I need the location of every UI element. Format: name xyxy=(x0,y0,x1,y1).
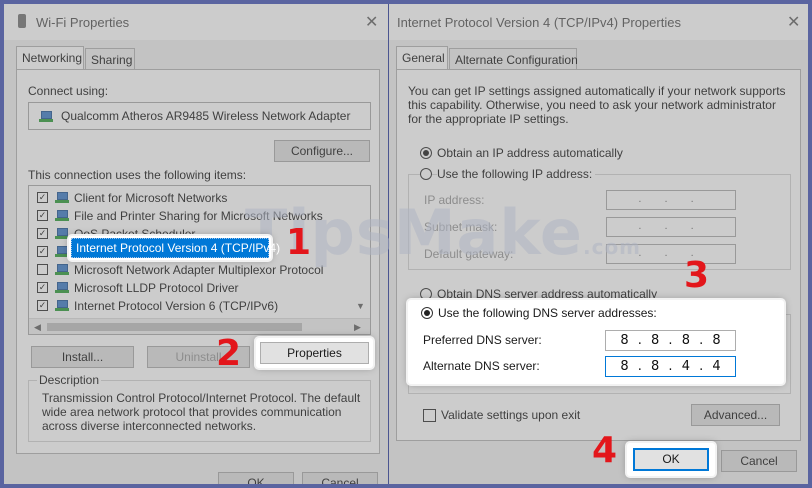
selected-list-item[interactable]: Internet Protocol Version 4 (TCP/IPv4) xyxy=(71,238,280,258)
step-2-label: 2 xyxy=(216,333,242,374)
network-service-icon xyxy=(55,210,69,221)
network-protocol-icon xyxy=(55,246,69,257)
obtain-ip-auto-radio[interactable] xyxy=(420,147,432,159)
scroll-down-icon[interactable]: ▼ xyxy=(356,301,365,311)
intro-line-3: for the appropriate IP settings. xyxy=(408,112,569,126)
description-line-2: wide area network protocol that provides… xyxy=(42,405,342,419)
wifi-dialog-title: Wi-Fi Properties xyxy=(36,15,130,30)
intro-line-1: You can get IP settings assigned automat… xyxy=(408,84,786,98)
intro-line-2: this capability. Otherwise, you need to … xyxy=(408,98,776,112)
selected-item-label: Internet Protocol Version 4 (TCP/IPv4) xyxy=(76,241,281,255)
item-label: Microsoft LLDP Protocol Driver xyxy=(74,281,239,295)
network-service-icon xyxy=(55,228,69,239)
tab-general[interactable]: General xyxy=(396,46,448,70)
description-line-1: Transmission Control Protocol/Internet P… xyxy=(42,391,361,405)
use-following-dns-radio[interactable] xyxy=(421,307,433,319)
network-protocol-icon xyxy=(55,264,69,275)
preferred-dns-value: 8 . 8 . 8 . 8 xyxy=(620,333,721,348)
highlight-dns-settings: Use the following DNS server addresses: … xyxy=(408,300,784,384)
item-checkbox[interactable]: ✓ xyxy=(37,210,48,221)
highlight-ok-button: OK xyxy=(627,443,715,476)
ipv4-titlebar: Internet Protocol Version 4 (TCP/IPv4) P… xyxy=(389,4,808,40)
network-protocol-icon xyxy=(55,300,69,311)
description-label: Description xyxy=(37,373,102,387)
tab-sharing[interactable]: Sharing xyxy=(85,48,135,70)
connect-using-label: Connect using: xyxy=(28,84,109,98)
properties-button[interactable]: Properties xyxy=(260,342,369,364)
wifi-titlebar: Wi-Fi Properties ✕ xyxy=(4,4,388,40)
wifi-ok-button[interactable]: OK xyxy=(218,472,294,488)
wifi-titlebar-icon xyxy=(18,14,26,28)
configure-button[interactable]: Configure... xyxy=(274,140,370,162)
tab-alternate-configuration[interactable]: Alternate Configuration xyxy=(449,48,578,70)
item-checkbox[interactable]: ✓ xyxy=(37,192,48,203)
item-checkbox[interactable]: ✓ xyxy=(37,282,48,293)
item-checkbox[interactable] xyxy=(37,264,48,275)
highlight-properties-button: Properties xyxy=(256,338,373,368)
scroll-left-icon[interactable]: ◀ xyxy=(34,322,41,333)
list-item[interactable]: ✓ Internet Protocol Version 6 (TCP/IPv6) xyxy=(29,297,354,315)
ipv4-dialog-title: Internet Protocol Version 4 (TCP/IPv4) P… xyxy=(397,15,681,30)
network-protocol-icon xyxy=(55,282,69,293)
use-following-dns-label: Use the following DNS server addresses: xyxy=(438,306,657,320)
preferred-dns-input[interactable]: 8 . 8 . 8 . 8 xyxy=(605,330,736,351)
alternate-dns-value: 8 . 8 . 4 . 4 xyxy=(620,359,721,374)
list-item[interactable]: ✓ Microsoft LLDP Protocol Driver xyxy=(29,279,354,297)
advanced-button[interactable]: Advanced... xyxy=(691,404,780,426)
description-line-3: across diverse interconnected networks. xyxy=(42,419,257,433)
scroll-thumb[interactable] xyxy=(47,323,302,331)
step-1-label: 1 xyxy=(286,222,312,263)
alternate-dns-label: Alternate DNS server: xyxy=(423,359,540,373)
item-checkbox[interactable]: ✓ xyxy=(37,300,48,311)
use-following-ip-label: Use the following IP address: xyxy=(437,167,596,181)
ipv4-close-icon[interactable]: ✕ xyxy=(787,12,800,32)
use-following-ip-radio[interactable] xyxy=(420,168,432,180)
adapter-box: Qualcomm Atheros AR9485 Wireless Network… xyxy=(28,102,371,130)
item-checkbox[interactable]: ✓ xyxy=(37,228,48,239)
alternate-dns-input[interactable]: 8 . 8 . 4 . 4 xyxy=(605,356,736,377)
tab-networking[interactable]: Networking xyxy=(16,46,84,70)
step-4-label: 4 xyxy=(592,430,618,471)
item-checkbox[interactable]: ✓ xyxy=(37,246,48,257)
ipv4-cancel-button[interactable]: Cancel xyxy=(721,450,797,472)
validate-label: Validate settings upon exit xyxy=(441,408,581,422)
obtain-ip-auto-label: Obtain an IP address automatically xyxy=(437,146,623,160)
item-label: Client for Microsoft Networks xyxy=(74,191,228,205)
obtain-dns-auto-radio[interactable] xyxy=(420,288,432,300)
highlight-ipv4-item: Internet Protocol Version 4 (TCP/IPv4) xyxy=(69,236,280,260)
items-label: This connection uses the following items… xyxy=(28,168,247,182)
obtain-dns-auto-label: Obtain DNS server address automatically xyxy=(437,287,658,301)
preferred-dns-label: Preferred DNS server: xyxy=(423,333,542,347)
wifi-close-icon[interactable]: ✕ xyxy=(365,12,378,32)
ipv4-ok-button[interactable]: OK xyxy=(633,448,709,471)
adapter-name: Qualcomm Atheros AR9485 Wireless Network… xyxy=(61,109,351,123)
horizontal-scrollbar[interactable]: ◀ ▶ xyxy=(29,318,370,334)
wifi-cancel-button[interactable]: Cancel xyxy=(302,472,378,488)
validate-checkbox[interactable] xyxy=(423,409,436,422)
install-button[interactable]: Install... xyxy=(31,346,134,368)
network-client-icon xyxy=(55,192,69,203)
step-3-label: 3 xyxy=(684,255,710,296)
item-label: Internet Protocol Version 6 (TCP/IPv6) xyxy=(74,299,279,313)
scroll-right-icon[interactable]: ▶ xyxy=(354,322,361,333)
adapter-icon xyxy=(39,111,53,122)
